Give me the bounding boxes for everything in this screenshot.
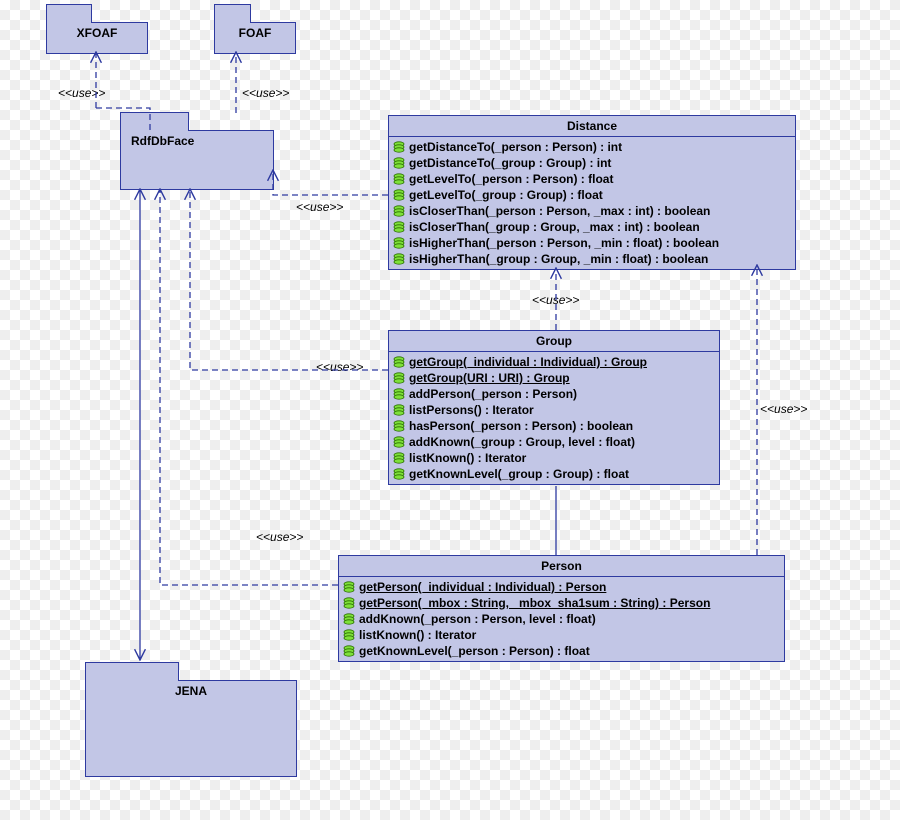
edge-person-rdfdbface (160, 189, 338, 585)
operation-icon (393, 189, 405, 201)
operation: getDistanceTo(_group : Group) : int (391, 155, 793, 171)
package-title: JENA (86, 681, 296, 701)
operation-icon (393, 404, 405, 416)
operation-signature: isCloserThan(_group : Group, _max : int)… (409, 219, 700, 235)
package-tab (214, 4, 251, 23)
operation-signature: isHigherThan(_group : Group, _min : floa… (409, 251, 708, 267)
operation-signature: listKnown() : Iterator (409, 450, 526, 466)
operation: addKnown(_group : Group, level : float) (391, 434, 717, 450)
operation-icon (343, 597, 355, 609)
operation: getKnownLevel(_group : Group) : float (391, 466, 717, 482)
package-tab (120, 112, 189, 131)
class-title: Group (389, 331, 719, 352)
operation-signature: getPerson(_mbox : String, _mbox_sha1sum … (359, 595, 710, 611)
class-body: getDistanceTo(_person : Person) : intget… (389, 137, 795, 269)
edge-group-rdfdbface (190, 189, 388, 370)
class-body: getGroup(_individual : Individual) : Gro… (389, 352, 719, 484)
package-tab (46, 4, 92, 23)
operation: addKnown(_person : Person, level : float… (341, 611, 782, 627)
operation: getLevelTo(_group : Group) : float (391, 187, 793, 203)
operation-signature: addKnown(_person : Person, level : float… (359, 611, 596, 627)
operation-icon (393, 468, 405, 480)
package-xfoaf: XFOAF (46, 22, 148, 54)
operation-icon (393, 452, 405, 464)
uml-canvas: XFOAF FOAF RdfDbFace JENA Distance getDi… (0, 0, 900, 820)
operation-signature: listPersons() : Iterator (409, 402, 534, 418)
stereotype-use: <<use>> (256, 530, 303, 544)
class-distance: Distance getDistanceTo(_person : Person)… (388, 115, 796, 270)
operation: listKnown() : Iterator (341, 627, 782, 643)
operation: getGroup(URI : URI) : Group (391, 370, 717, 386)
class-body: getPerson(_individual : Individual) : Pe… (339, 577, 784, 661)
operation-icon (393, 237, 405, 249)
operation: getGroup(_individual : Individual) : Gro… (391, 354, 717, 370)
class-group: Group getGroup(_individual : Individual)… (388, 330, 720, 485)
operation-signature: getLevelTo(_group : Group) : float (409, 187, 603, 203)
operation-signature: listKnown() : Iterator (359, 627, 476, 643)
stereotype-use: <<use>> (760, 402, 807, 416)
operation-icon (393, 436, 405, 448)
stereotype-use: <<use>> (296, 200, 343, 214)
class-title: Distance (389, 116, 795, 137)
operation-signature: getGroup(_individual : Individual) : Gro… (409, 354, 647, 370)
stereotype-use: <<use>> (242, 86, 289, 100)
operation-icon (343, 645, 355, 657)
package-jena: JENA (85, 680, 297, 777)
edge-distance-rdfdbface (273, 170, 388, 195)
operation: getKnownLevel(_person : Person) : float (341, 643, 782, 659)
operation: addPerson(_person : Person) (391, 386, 717, 402)
operation: getLevelTo(_person : Person) : float (391, 171, 793, 187)
package-title: XFOAF (47, 23, 147, 43)
operation-icon (393, 157, 405, 169)
package-title: FOAF (215, 23, 295, 43)
operation-signature: getDistanceTo(_person : Person) : int (409, 139, 622, 155)
operation-icon (393, 205, 405, 217)
operation-icon (393, 420, 405, 432)
class-title: Person (339, 556, 784, 577)
operation: listPersons() : Iterator (391, 402, 717, 418)
operation-icon (393, 388, 405, 400)
stereotype-use: <<use>> (58, 86, 105, 100)
operation: hasPerson(_person : Person) : boolean (391, 418, 717, 434)
operation-icon (343, 629, 355, 641)
package-foaf: FOAF (214, 22, 296, 54)
stereotype-use: <<use>> (316, 360, 363, 374)
operation-icon (343, 581, 355, 593)
stereotype-use: <<use>> (532, 293, 579, 307)
operation-icon (393, 372, 405, 384)
operation: isHigherThan(_group : Group, _min : floa… (391, 251, 793, 267)
operation-signature: getLevelTo(_person : Person) : float (409, 171, 613, 187)
operation-signature: getKnownLevel(_group : Group) : float (409, 466, 629, 482)
operation: getPerson(_mbox : String, _mbox_sha1sum … (341, 595, 782, 611)
operation-signature: isHigherThan(_person : Person, _min : fl… (409, 235, 719, 251)
operation: listKnown() : Iterator (391, 450, 717, 466)
operation: getDistanceTo(_person : Person) : int (391, 139, 793, 155)
operation: isCloserThan(_group : Group, _max : int)… (391, 219, 793, 235)
operation-signature: hasPerson(_person : Person) : boolean (409, 418, 633, 434)
operation-icon (393, 356, 405, 368)
operation-signature: getGroup(URI : URI) : Group (409, 370, 570, 386)
package-tab (85, 662, 179, 681)
operation-icon (393, 173, 405, 185)
operation-signature: isCloserThan(_person : Person, _max : in… (409, 203, 710, 219)
operation: getPerson(_individual : Individual) : Pe… (341, 579, 782, 595)
operation-icon (393, 221, 405, 233)
operation: isHigherThan(_person : Person, _min : fl… (391, 235, 793, 251)
operation-signature: addKnown(_group : Group, level : float) (409, 434, 635, 450)
operation-icon (393, 253, 405, 265)
operation-signature: getPerson(_individual : Individual) : Pe… (359, 579, 606, 595)
class-person: Person getPerson(_individual : Individua… (338, 555, 785, 662)
operation-icon (343, 613, 355, 625)
operation-signature: addPerson(_person : Person) (409, 386, 577, 402)
operation-icon (393, 141, 405, 153)
package-rdfdbface: RdfDbFace (120, 130, 274, 190)
operation: isCloserThan(_person : Person, _max : in… (391, 203, 793, 219)
operation-signature: getDistanceTo(_group : Group) : int (409, 155, 611, 171)
operation-signature: getKnownLevel(_person : Person) : float (359, 643, 590, 659)
package-title: RdfDbFace (121, 131, 273, 151)
